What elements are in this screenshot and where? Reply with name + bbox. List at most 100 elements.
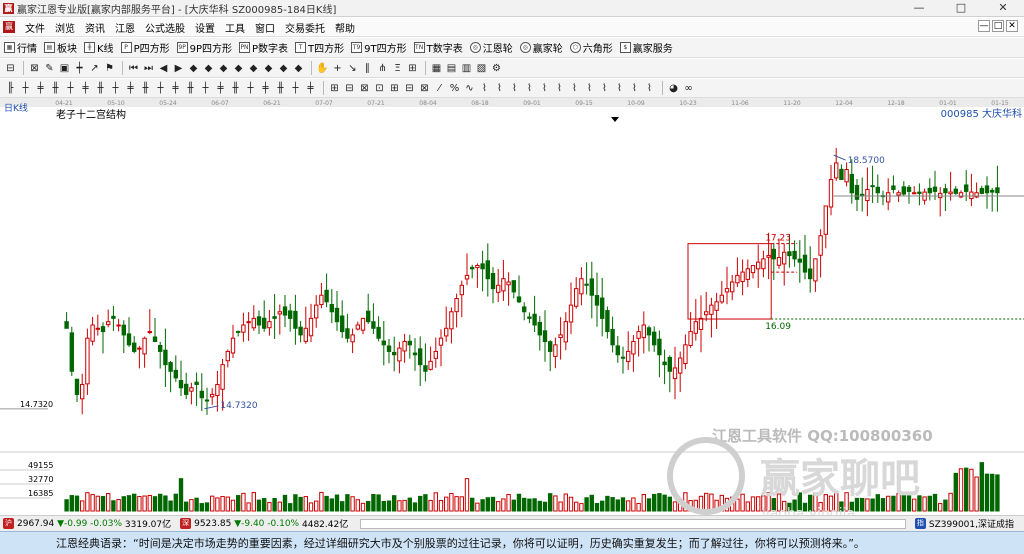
- calendar-icon[interactable]: ▣: [58, 62, 71, 75]
- diamond-6-icon[interactable]: ◆: [262, 62, 275, 75]
- chart-icon[interactable]: ▧: [475, 62, 488, 75]
- minimize-button[interactable]: —: [898, 0, 940, 17]
- toolbar-p-table-button[interactable]: PN P数字表: [239, 40, 288, 55]
- grid-5-icon[interactable]: ⊞: [388, 82, 401, 95]
- bar-19-icon[interactable]: ┼: [289, 82, 302, 95]
- bar-6-icon[interactable]: ╫: [94, 82, 107, 95]
- diamond-7-icon[interactable]: ◆: [277, 62, 290, 75]
- save-icon[interactable]: ▤: [445, 62, 458, 75]
- bar-2-icon[interactable]: ╪: [34, 82, 47, 95]
- bar-12-icon[interactable]: ╫: [184, 82, 197, 95]
- mdi-restore-button[interactable]: □: [992, 20, 1004, 32]
- zoom-icon[interactable]: ⊠: [28, 62, 41, 75]
- grid-1-icon[interactable]: ⊞: [328, 82, 341, 95]
- sh-index-segment[interactable]: 沪 2967.94 ▼-0.99 -0.03% 3319.07亿: [0, 517, 171, 530]
- toolbar-t-table-button[interactable]: TN T数字表: [413, 40, 463, 55]
- grid-3-icon[interactable]: ⊠: [358, 82, 371, 95]
- cycle-4-icon[interactable]: ⌇: [523, 82, 536, 95]
- toolbar-service-button[interactable]: $ 赢家服务: [619, 40, 673, 55]
- bar-20-icon[interactable]: ╪: [304, 82, 317, 95]
- kline-chart[interactable]: 04-21 05-10 05-24 06-07 06-21 07-07 07-21 08-04…: [0, 98, 1024, 515]
- menu-formula[interactable]: 公式选股: [140, 20, 190, 35]
- settings-icon[interactable]: ⚙: [490, 62, 503, 75]
- bar-18-icon[interactable]: ╫: [274, 82, 287, 95]
- mdi-minimize-button[interactable]: —: [978, 20, 990, 32]
- maximize-button[interactable]: □: [940, 0, 982, 17]
- diamond-2-icon[interactable]: ◆: [202, 62, 215, 75]
- next-icon[interactable]: ▶: [172, 62, 185, 75]
- grid-2-icon[interactable]: ⊟: [343, 82, 356, 95]
- cycle-9-icon[interactable]: ⌇: [598, 82, 611, 95]
- menu-trade[interactable]: 交易委托: [280, 20, 330, 35]
- sz-index-segment[interactable]: 深 9523.85 ▼-9.40 -0.10% 4482.42亿: [177, 517, 348, 530]
- mdi-close-button[interactable]: ✕: [1006, 20, 1018, 32]
- pen-icon[interactable]: ✎: [43, 62, 56, 75]
- cycle-12-icon[interactable]: ⌇: [643, 82, 656, 95]
- layout-icon[interactable]: ⊟: [4, 62, 17, 75]
- prev-icon[interactable]: ◀: [157, 62, 170, 75]
- bar-15-icon[interactable]: ╫: [229, 82, 242, 95]
- cycle-6-icon[interactable]: ⌇: [553, 82, 566, 95]
- toolbar-9t-square-button[interactable]: T9 9T四方形: [351, 40, 407, 55]
- bar-11-icon[interactable]: ╪: [169, 82, 182, 95]
- kline-type-icon[interactable]: ╟: [4, 82, 17, 95]
- bar-17-icon[interactable]: ╪: [259, 82, 272, 95]
- toolbar-9p-square-button[interactable]: 9P 9P四方形: [176, 40, 232, 55]
- cycle-7-icon[interactable]: ⌇: [568, 82, 581, 95]
- percent-icon[interactable]: %: [448, 82, 461, 95]
- last-page-icon[interactable]: ⏭: [142, 62, 155, 75]
- dropdown-arrow-icon[interactable]: [611, 117, 619, 122]
- hand-icon[interactable]: ✋: [316, 62, 329, 75]
- cycle-5-icon[interactable]: ⌇: [538, 82, 551, 95]
- gann-grid-icon[interactable]: ⊞: [406, 62, 419, 75]
- menu-settings[interactable]: 设置: [190, 20, 220, 35]
- menu-gann[interactable]: 江恩: [110, 20, 140, 35]
- slash-icon[interactable]: ⁄: [433, 82, 446, 95]
- menu-window[interactable]: 窗口: [250, 20, 280, 35]
- diamond-8-icon[interactable]: ◆: [292, 62, 305, 75]
- menu-file[interactable]: 文件: [20, 20, 50, 35]
- flag-icon[interactable]: ⚑: [103, 62, 116, 75]
- toolbar-blocks-button[interactable]: ▤ 板块: [44, 40, 77, 55]
- palette-icon[interactable]: ◕: [667, 82, 680, 95]
- arrow-icon[interactable]: ↗: [88, 62, 101, 75]
- first-page-icon[interactable]: ⏮: [127, 62, 140, 75]
- cycle-11-icon[interactable]: ⌇: [628, 82, 641, 95]
- bar-14-icon[interactable]: ╪: [214, 82, 227, 95]
- bar-13-icon[interactable]: ┼: [199, 82, 212, 95]
- diamond-5-icon[interactable]: ◆: [247, 62, 260, 75]
- toolbar-hexagon-button[interactable]: ⬡ 六角形: [569, 40, 613, 55]
- diamond-3-icon[interactable]: ◆: [217, 62, 230, 75]
- bar-4-icon[interactable]: ┼: [64, 82, 77, 95]
- toolbar-quotes-button[interactable]: ▦ 行情: [4, 40, 37, 55]
- bar-3-icon[interactable]: ╫: [49, 82, 62, 95]
- toolbar-p-square-button[interactable]: P P四方形: [120, 40, 170, 55]
- toolbar-winner-wheel-button[interactable]: ◎ 赢家轮: [519, 40, 563, 55]
- bar-5-icon[interactable]: ╪: [79, 82, 92, 95]
- grid-7-icon[interactable]: ⊠: [418, 82, 431, 95]
- menu-browse[interactable]: 浏览: [50, 20, 80, 35]
- trend-line-icon[interactable]: ↘: [346, 62, 359, 75]
- bar-9-icon[interactable]: ╫: [139, 82, 152, 95]
- toolbar-gann-wheel-button[interactable]: ◎ 江恩轮: [469, 40, 513, 55]
- cycle-1-icon[interactable]: ⌇: [478, 82, 491, 95]
- toolbar-t-square-button[interactable]: T T四方形: [295, 40, 344, 55]
- cycle-8-icon[interactable]: ⌇: [583, 82, 596, 95]
- channel-icon[interactable]: ∥: [361, 62, 374, 75]
- diamond-1-icon[interactable]: ◆: [187, 62, 200, 75]
- close-button[interactable]: ✕: [982, 0, 1024, 17]
- infinity-icon[interactable]: ∞: [682, 82, 695, 95]
- cycle-10-icon[interactable]: ⌇: [613, 82, 626, 95]
- bar-10-icon[interactable]: ┼: [154, 82, 167, 95]
- cycle-3-icon[interactable]: ⌇: [508, 82, 521, 95]
- cycle-2-icon[interactable]: ⌇: [493, 82, 506, 95]
- menu-tools[interactable]: 工具: [220, 20, 250, 35]
- fan-icon[interactable]: ⋔: [376, 62, 389, 75]
- candle-icon[interactable]: ┿: [73, 62, 86, 75]
- menu-info[interactable]: 资讯: [80, 20, 110, 35]
- table-icon[interactable]: ▦: [430, 62, 443, 75]
- grid-6-icon[interactable]: ⊟: [403, 82, 416, 95]
- bar-16-icon[interactable]: ┼: [244, 82, 257, 95]
- fib-icon[interactable]: Ξ: [391, 62, 404, 75]
- grid-4-icon[interactable]: ⊡: [373, 82, 386, 95]
